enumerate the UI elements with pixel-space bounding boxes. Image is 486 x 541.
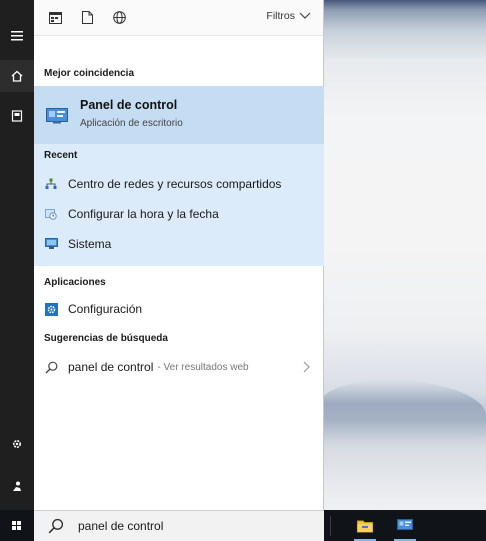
suggestions-heading: Sugerencias de búsqueda (44, 333, 168, 344)
start-button[interactable] (0, 510, 34, 541)
apps-heading: Aplicaciones (44, 277, 106, 288)
search-input[interactable] (78, 519, 298, 533)
start-rail (0, 0, 34, 510)
network-icon (44, 177, 58, 191)
best-match-title: Panel de control (80, 98, 178, 112)
chevron-right-icon[interactable] (303, 361, 310, 373)
filters-label: Filtros (266, 10, 295, 22)
hamburger-menu-icon[interactable] (0, 20, 34, 52)
recent-item-label: Centro de redes y recursos compartidos (68, 177, 282, 191)
wallpaper-mountain (320, 380, 486, 440)
gear-icon[interactable] (0, 428, 34, 460)
app-item-configuracion[interactable]: Configuración (34, 295, 324, 323)
recent-item-label: Configurar la hora y la fecha (68, 207, 219, 221)
recent-heading: Recent (44, 150, 78, 161)
suggestion-hint: - Ver resultados web (157, 361, 249, 373)
suggestion-query: panel de control (68, 360, 154, 374)
chevron-down-icon (299, 12, 311, 19)
filters-dropdown[interactable]: Filtros (266, 10, 311, 22)
taskbar-search-box[interactable] (34, 510, 324, 541)
folder-icon (357, 520, 373, 532)
search-icon (44, 360, 58, 374)
web-icon[interactable] (112, 11, 126, 25)
recent-item-system[interactable]: Sistema (34, 230, 324, 258)
recent-item-label: Sistema (68, 237, 112, 251)
recent-item-network[interactable]: Centro de redes y recursos compartidos (34, 170, 324, 198)
app-item-label: Configuración (68, 302, 143, 316)
notebook-icon[interactable] (0, 100, 34, 132)
filter-bar: Filtros (34, 0, 323, 36)
search-results-panel: Filtros Mejor coincidencia Panel de cont… (34, 0, 324, 510)
document-icon[interactable] (80, 11, 94, 25)
windows-logo-icon (12, 520, 22, 531)
apps-icon[interactable] (48, 11, 62, 25)
best-match-heading: Mejor coincidencia (44, 68, 135, 79)
home-icon[interactable] (0, 60, 34, 92)
recent-section: Recent Centro de redes y recursos compar… (34, 144, 324, 266)
search-icon (48, 518, 64, 534)
best-match-result[interactable]: Panel de control Aplicación de escritori… (34, 86, 324, 144)
control-panel-icon (46, 108, 68, 124)
suggestion-item[interactable]: panel de control - Ver resultados web (34, 353, 324, 381)
feedback-icon[interactable] (0, 470, 34, 502)
recent-item-date-time[interactable]: Configurar la hora y la fecha (34, 200, 324, 228)
best-match-subtitle: Aplicación de escritorio (80, 118, 183, 129)
file-explorer-taskbar-button[interactable] (350, 510, 380, 541)
taskbar-separator (330, 516, 331, 536)
control-panel-taskbar-button[interactable] (390, 510, 420, 541)
control-panel-icon (397, 519, 413, 530)
clock-settings-icon (44, 207, 58, 221)
settings-app-icon (44, 302, 58, 316)
system-icon (44, 237, 58, 251)
